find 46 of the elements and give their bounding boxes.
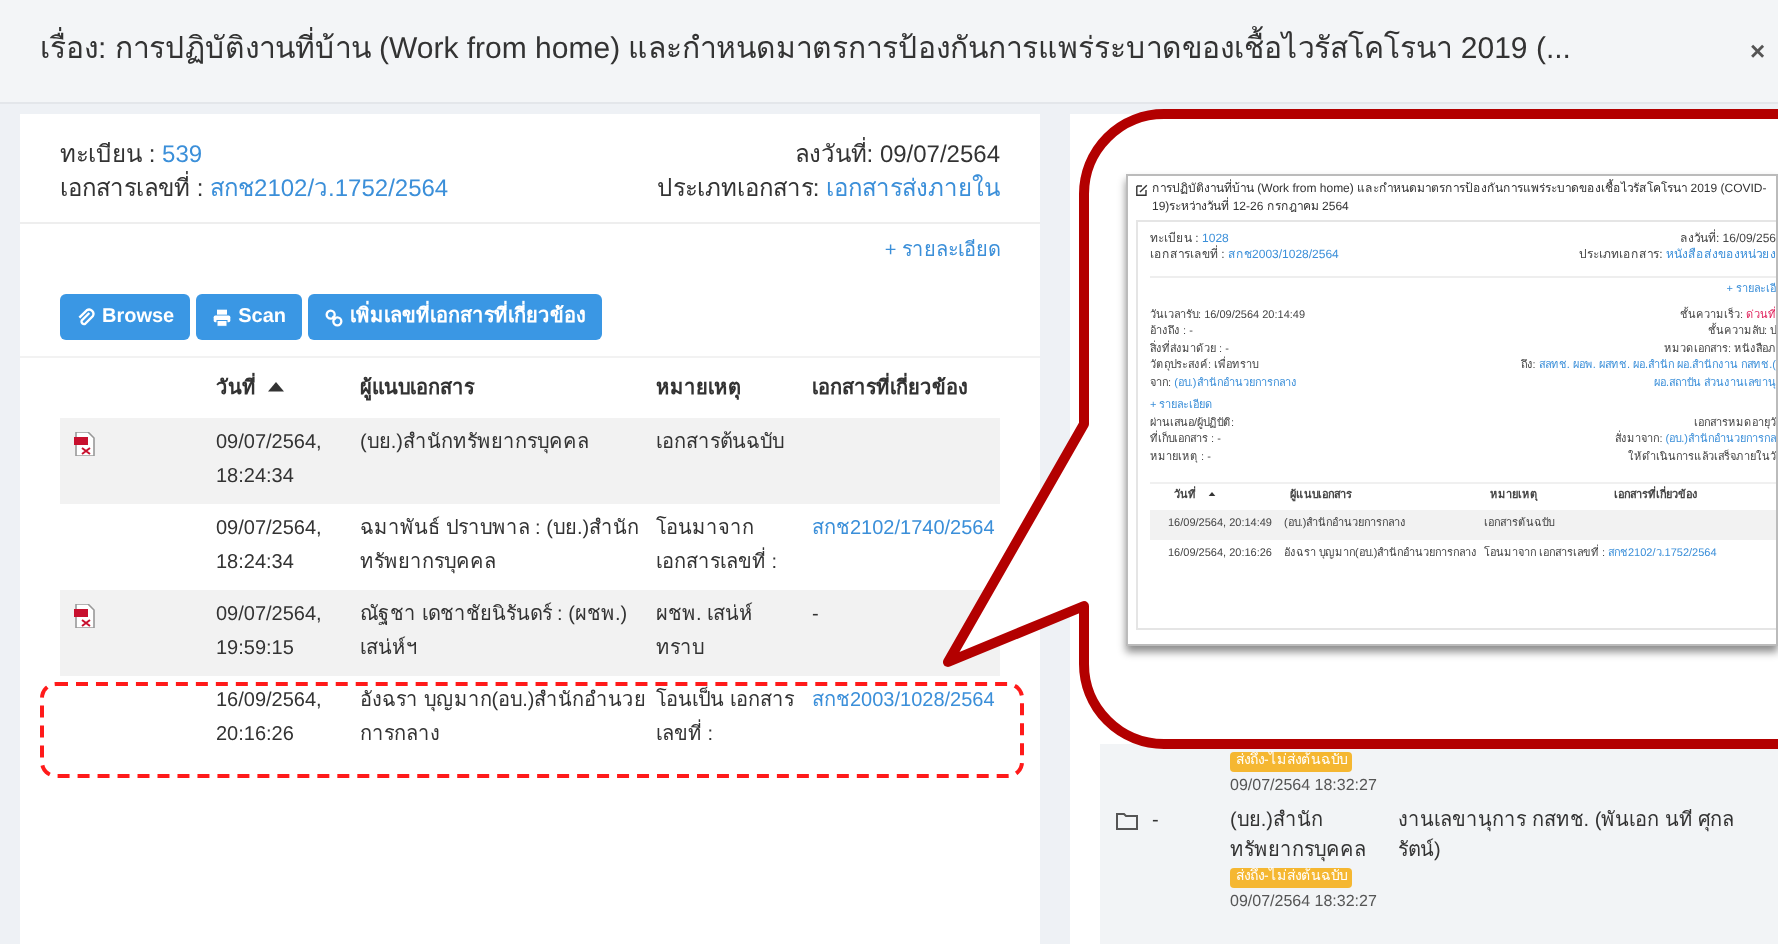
- column-header[interactable]: เอกสารที่เกี่ยวข้อง: [812, 377, 968, 399]
- document-field-link[interactable]: เอกสารส่งภายใน: [826, 172, 1000, 206]
- recipient-text: งานเลขานุการ กสทช. (พันเอก นที ศุกล รัตน์): [1398, 810, 1735, 862]
- note-cell: เอกสารต้นฉบับ: [656, 432, 784, 454]
- document-field-value: 09/07/2564: [879, 138, 1000, 172]
- note-cell: โอนเป็น เอกสารเลขที่ :: [656, 690, 794, 746]
- attacher-cell: ฉมาพันธ์ ปราบพาล : (บย.)สำนักทรัพยากรบุคคล: [360, 518, 640, 574]
- edit-icon: [1136, 184, 1148, 196]
- document-field-label: ลงวันที่:: [794, 138, 874, 172]
- date-cell: 09/07/2564, 18:24:34: [216, 518, 322, 574]
- toolbar-button[interactable]: Browse: [60, 294, 191, 340]
- link-icon: [324, 307, 345, 327]
- related-cell: -: [812, 604, 819, 626]
- document-field-link[interactable]: 539: [162, 138, 203, 172]
- attacher-cell: ณัฐชา เดชาชัยนิรันดร์ : (ผชพ.) เสน่ห์ฯ: [360, 604, 628, 660]
- dash-text: -: [1152, 810, 1159, 832]
- column-header[interactable]: วันที่: [216, 377, 256, 399]
- date-cell: 09/07/2564, 18:24:34: [216, 432, 322, 488]
- document-field-label: ประเภทเอกสาร:: [656, 172, 820, 206]
- sort-caret-icon[interactable]: [1208, 492, 1216, 497]
- attacher-cell: อังฉรา บุญมาก(อบ.)สำนักอำนวยการกลาง: [360, 690, 647, 746]
- note-cell: โอนมาจาก เอกสารเลขที่ :: [656, 518, 778, 574]
- toolbar-button[interactable]: เพิ่มเลขที่เอกสารที่เกี่ยวข้อง: [308, 294, 603, 340]
- attacher-cell: (บย.)สำนักทรัพยากรบุคคล: [360, 432, 589, 454]
- close-button[interactable]: ×: [1750, 31, 1778, 71]
- details-link[interactable]: + รายละเอียด: [884, 236, 1000, 266]
- date-cell: 16/09/2564, 20:16:26: [216, 690, 322, 746]
- document-field-label: ทะเบียน :: [60, 138, 156, 171]
- toolbar-button[interactable]: Scan: [196, 294, 303, 340]
- related-document-link[interactable]: สกช2003/1028/2564: [812, 690, 995, 712]
- document-field-link[interactable]: สกช2102/ว.1752/2564: [210, 172, 449, 206]
- document-field-label: เอกสารเลขที่ :: [60, 172, 204, 206]
- column-header[interactable]: ผู้แนบเอกสาร: [360, 377, 474, 399]
- paperclip-icon: [76, 307, 96, 327]
- column-header[interactable]: หมายเหตุ: [656, 377, 740, 399]
- dialog-title: เรื่อง: การปฏิบัติงานที่บ้าน (Work from home) และกำหนดมาตรการป้องกันการแพร่ระบาดของเชื้อไวรัสโคโรนา 2019 (...: [40, 28, 1750, 74]
- timestamp-text: 09/07/2564 18:32:27: [1230, 890, 1377, 914]
- related-document-link[interactable]: สกช2102/1740/2564: [812, 518, 995, 540]
- pdf-file-icon[interactable]: [74, 604, 96, 628]
- printer-icon: [212, 307, 233, 327]
- sort-caret-icon[interactable]: [268, 382, 284, 393]
- timestamp-text: 09/07/2564 18:32:27: [1230, 774, 1377, 798]
- date-cell: 09/07/2564, 19:59:15: [216, 604, 322, 660]
- sender-text: (บย.)สำนัก ทรัพยากรบุคคล: [1230, 807, 1368, 866]
- pdf-file-icon[interactable]: [74, 432, 96, 456]
- note-cell: ผชพ. เสน่ห์ ทราบ: [656, 604, 754, 660]
